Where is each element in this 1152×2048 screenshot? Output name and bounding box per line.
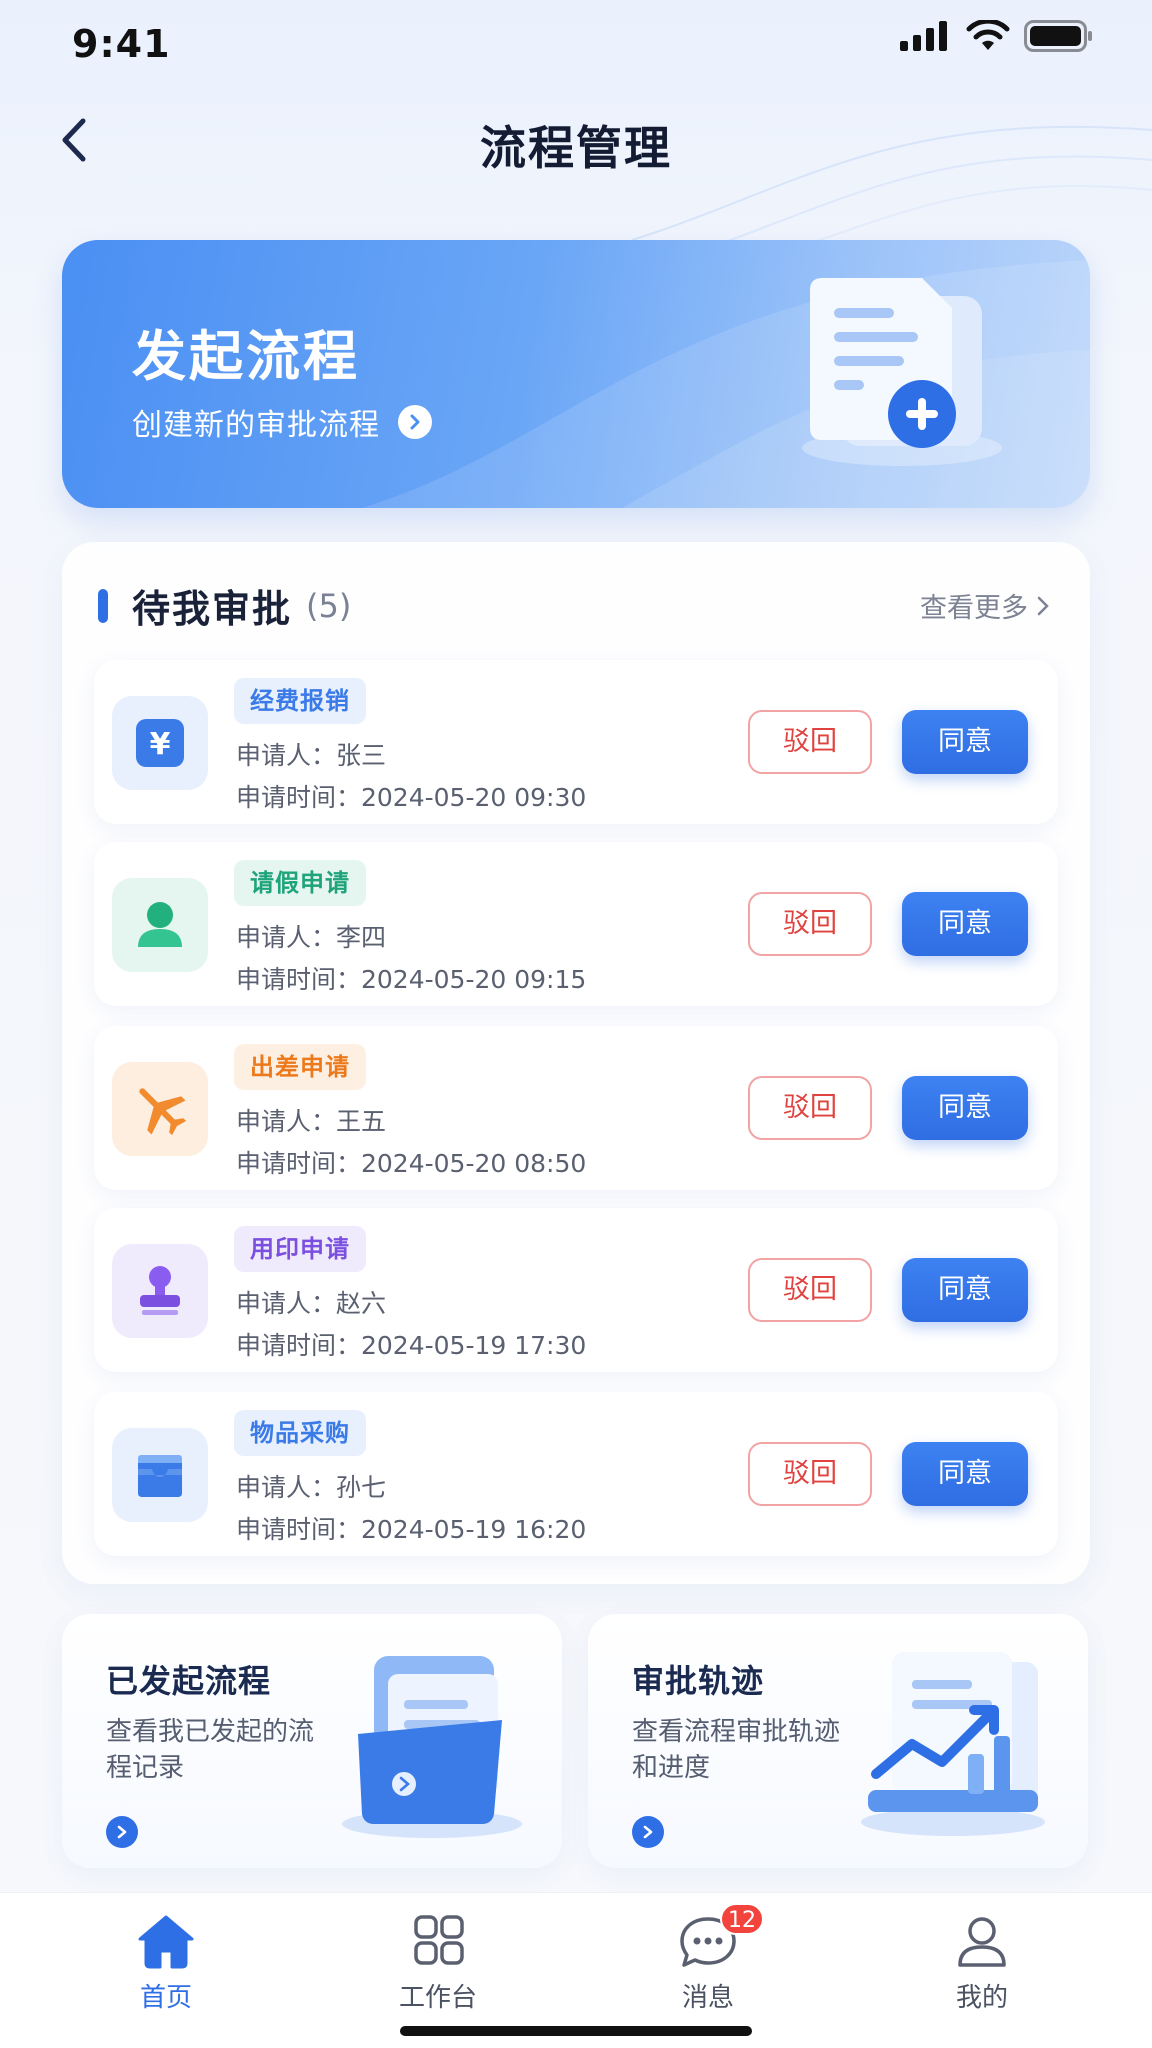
item-applicant: 申请人：赵六: [236, 1289, 387, 1318]
item-time: 申请时间：2024-05-19 17:30: [236, 1331, 587, 1360]
tab-label: 消息: [681, 1983, 734, 2013]
item-type-tag: 经费报销: [234, 678, 366, 724]
status-time: 9:41: [72, 22, 171, 66]
initiated-processes-card[interactable]: 已发起流程 查看我已发起的流程记录: [62, 1614, 562, 1868]
item-type-tag: 请假申请: [234, 860, 366, 906]
tab-label: 首页: [139, 1983, 192, 2013]
wifi-icon: [966, 20, 1010, 50]
approval-item[interactable]: 请假申请 申请人：李四 申请时间：2024-05-20 09:15 驳回 同意: [94, 842, 1058, 1006]
box-icon: [112, 1428, 208, 1522]
page-title: 流程管理: [480, 121, 672, 175]
item-applicant: 申请人：孙七: [236, 1473, 387, 1502]
start-process-banner[interactable]: 发起流程 创建新的审批流程: [62, 240, 1090, 508]
item-applicant: 申请人：李四: [236, 923, 387, 952]
card-description: 查看我已发起的流程记录: [106, 1717, 315, 1783]
tab-messages[interactable]: 12 消息: [628, 1903, 788, 2014]
chevron-right-circle-icon[interactable]: [632, 1816, 664, 1848]
signal-icon: [900, 21, 947, 51]
tab-profile[interactable]: 我的: [902, 1913, 1062, 2014]
pending-count: (5): [306, 586, 352, 625]
card-title: 已发起流程: [106, 1662, 272, 1700]
reject-button[interactable]: 驳回: [748, 1258, 872, 1322]
tab-label: 工作台: [398, 1983, 477, 2013]
agree-button[interactable]: 同意: [902, 710, 1028, 774]
stamp-icon: [112, 1244, 208, 1338]
agree-button[interactable]: 同意: [902, 1076, 1028, 1140]
item-time: 申请时间：2024-05-20 08:50: [236, 1149, 587, 1178]
item-time: 申请时间：2024-05-20 09:15: [236, 965, 587, 994]
pending-title: 待我审批: [132, 587, 293, 631]
folder-icon: [342, 1656, 522, 1838]
home-indicator: [400, 2026, 752, 2036]
approval-item[interactable]: 用印申请 申请人：赵六 申请时间：2024-05-19 17:30 驳回 同意: [94, 1208, 1058, 1372]
view-more-link[interactable]: 查看更多: [920, 586, 1050, 625]
reject-button[interactable]: 驳回: [748, 1076, 872, 1140]
grid-icon: [408, 1913, 468, 1969]
tab-home[interactable]: 首页: [86, 1913, 246, 2014]
agree-button[interactable]: 同意: [902, 1258, 1028, 1322]
chat-bubble-icon: 12: [678, 1903, 764, 1969]
airplane-icon: [112, 1062, 208, 1156]
message-badge: 12: [720, 1903, 764, 1935]
reject-button[interactable]: 驳回: [748, 710, 872, 774]
reject-button[interactable]: 驳回: [748, 1442, 872, 1506]
agree-button[interactable]: 同意: [902, 1442, 1028, 1506]
chevron-right-circle-icon: [398, 405, 432, 439]
item-type-tag: 出差申请: [234, 1044, 366, 1090]
item-applicant: 申请人：张三: [236, 741, 387, 770]
svg-text:¥: ¥: [150, 727, 171, 762]
chevron-right-icon: [1037, 596, 1049, 615]
person-icon: [112, 878, 208, 972]
chart-trend-icon: [861, 1652, 1045, 1836]
card-title: 审批轨迹: [632, 1662, 765, 1700]
item-type-tag: 用印申请: [234, 1226, 366, 1272]
pending-approval-card: 待我审批 (5) 查看更多 ¥ 经费报销 申请人：张三 申请时间：2024-05…: [62, 542, 1090, 1584]
battery-icon: [1024, 20, 1092, 52]
item-time: 申请时间：2024-05-20 09:30: [236, 783, 587, 812]
yuan-icon: ¥: [112, 696, 208, 790]
banner-subtitle-link[interactable]: 创建新的审批流程: [132, 400, 432, 444]
tab-label: 我的: [955, 1983, 1008, 2013]
status-icons: [900, 20, 1094, 52]
view-more-label: 查看更多: [920, 593, 1028, 624]
banner-title: 发起流程: [132, 325, 360, 388]
section-accent-bar: [98, 588, 108, 623]
agree-button[interactable]: 同意: [902, 892, 1028, 956]
item-type-tag: 物品采购: [234, 1410, 366, 1456]
reject-button[interactable]: 驳回: [748, 892, 872, 956]
document-add-icon: [802, 278, 1002, 466]
approval-track-card[interactable]: 审批轨迹 查看流程审批轨迹和进度: [588, 1614, 1088, 1868]
user-icon: [952, 1913, 1012, 1969]
approval-item[interactable]: ¥ 经费报销 申请人：张三 申请时间：2024-05-20 09:30 驳回 同…: [94, 660, 1058, 824]
item-time: 申请时间：2024-05-19 16:20: [236, 1515, 587, 1544]
approval-item[interactable]: 物品采购 申请人：孙七 申请时间：2024-05-19 16:20 驳回 同意: [94, 1392, 1058, 1556]
card-description: 查看流程审批轨迹和进度: [632, 1717, 841, 1783]
tab-workbench[interactable]: 工作台: [358, 1913, 518, 2014]
approval-item[interactable]: 出差申请 申请人：王五 申请时间：2024-05-20 08:50 驳回 同意: [94, 1026, 1058, 1190]
chevron-right-circle-icon[interactable]: [106, 1816, 138, 1848]
item-applicant: 申请人：王五: [236, 1107, 387, 1136]
banner-subtitle: 创建新的审批流程: [132, 408, 380, 443]
home-icon: [136, 1913, 196, 1969]
pending-header: 待我审批 (5): [98, 578, 351, 633]
bottom-tab-bar: 首页 工作台 12 消息 我的: [0, 1892, 1152, 2048]
